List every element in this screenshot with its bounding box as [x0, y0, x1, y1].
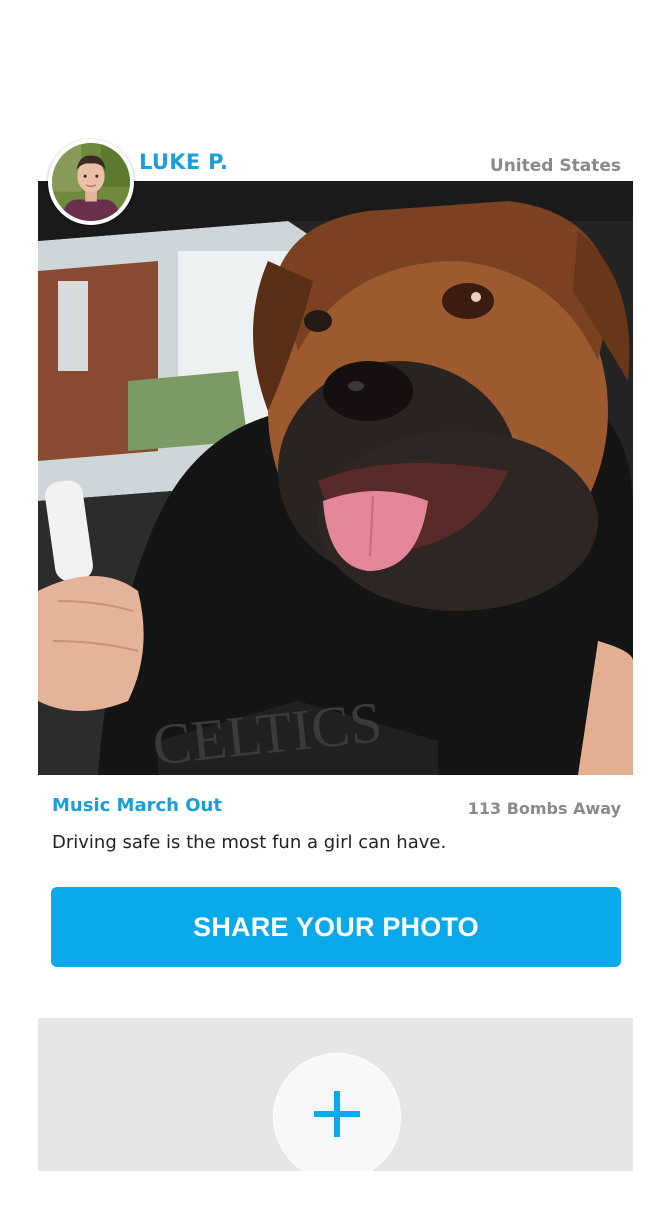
bomb-count: 113 Bombs Away [467, 799, 621, 818]
add-photo-panel [38, 1018, 633, 1171]
avatar-image [52, 143, 130, 221]
location-label: United States [489, 156, 621, 176]
plus-icon [314, 1091, 360, 1137]
post-caption: Driving safe is the most fun a girl can … [52, 832, 447, 853]
avatar[interactable] [48, 139, 134, 225]
feed-page: LUKE P. United States CELTICS Music Marc… [0, 0, 669, 1217]
add-photo-button[interactable] [274, 1054, 400, 1171]
share-photo-button[interactable]: SHARE YOUR PHOTO [51, 887, 621, 967]
post-title[interactable]: Music March Out [52, 795, 222, 816]
username[interactable]: LUKE P. [139, 150, 228, 174]
post-photo[interactable]: CELTICS [38, 181, 633, 775]
